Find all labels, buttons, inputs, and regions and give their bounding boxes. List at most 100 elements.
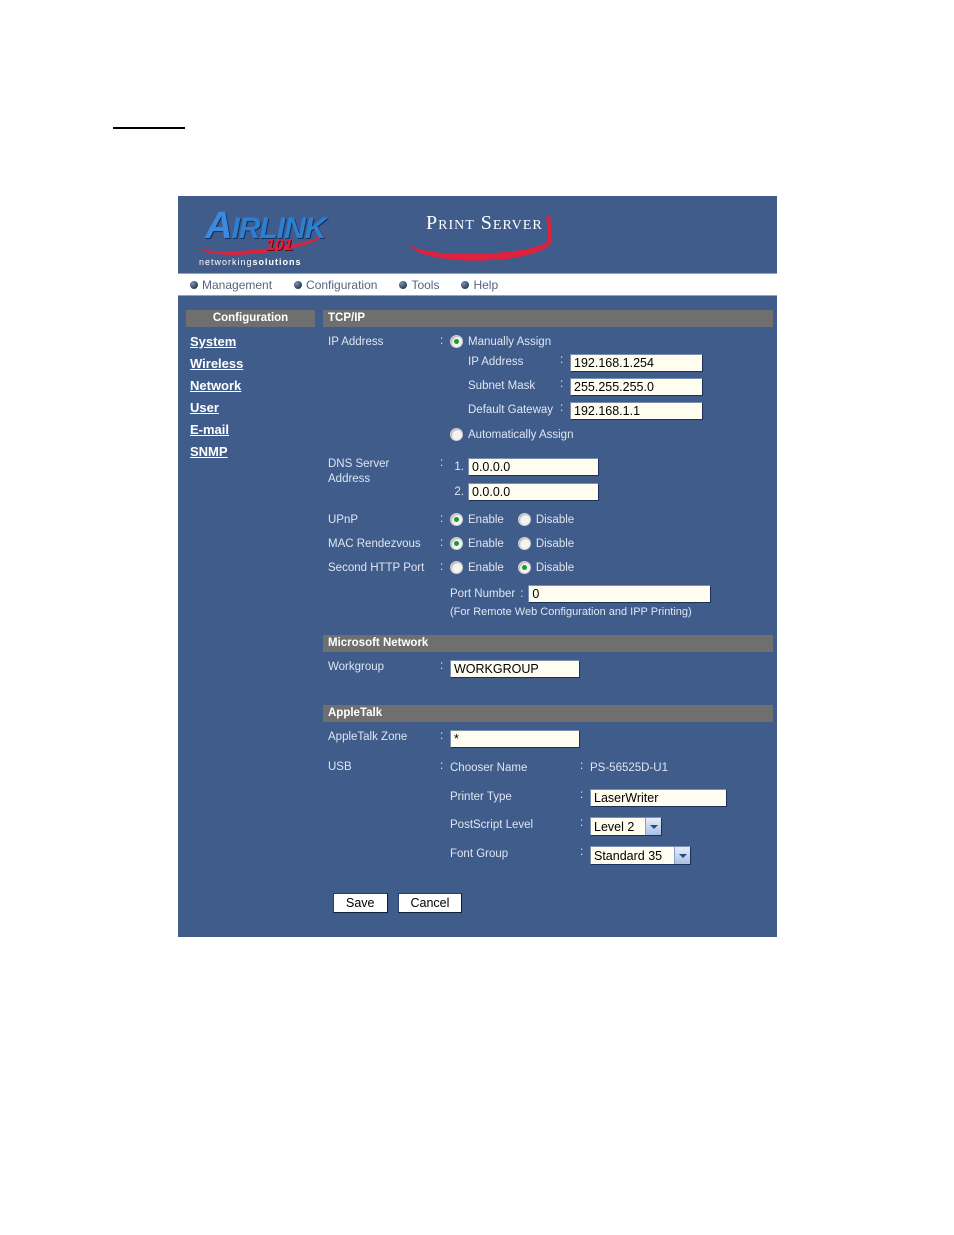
mac-rendezvous-label: MAC Rendezvous	[328, 538, 421, 550]
default-gateway-row: Default Gateway :	[468, 402, 773, 420]
product-title: Print Server	[426, 212, 543, 234]
radio-second-http-disable[interactable]: Disable	[517, 561, 574, 574]
colon: :	[580, 760, 584, 772]
ip-address-sub-label: IP Address	[468, 356, 524, 368]
radio-automatically-assign[interactable]: Automatically Assign	[450, 428, 773, 441]
airlink-101-logo: AIRLINK 101 networkingsolutions	[191, 201, 351, 269]
panel-body: Configuration System Wireless Network Us…	[178, 296, 777, 923]
postscript-level-label: PostScript Level	[450, 819, 534, 831]
postscript-level-select[interactable]: Level 2	[590, 817, 662, 836]
colon: :	[520, 587, 524, 600]
radio-upnp-disable[interactable]: Disable	[517, 513, 575, 526]
bullet-icon	[399, 280, 408, 289]
colon: :	[440, 561, 444, 573]
dns-server-label-line2: Address	[328, 473, 371, 485]
postscript-level-value: Level 2	[594, 819, 635, 834]
logo-tagline-bold: solutions	[252, 257, 302, 267]
port-number-row: Port Number :	[450, 585, 773, 603]
radio-icon-mac-rendezvous-enable[interactable]	[450, 537, 463, 550]
radio-second-http-enable[interactable]: Enable	[450, 561, 504, 574]
nav-label: Configuration	[306, 277, 378, 292]
dns-index-1: 1.	[454, 461, 464, 473]
main-navigation: Management Configuration Tools Help	[178, 273, 777, 296]
workgroup-row: Workgroup :	[328, 660, 773, 678]
font-group-row: Font Group : Standard 35	[450, 846, 773, 865]
second-http-port-group: Enable Disable Port Number : 0 (For Remo…	[450, 561, 773, 618]
mac-rendezvous-row: MAC Rendezvous : Enable Disable	[328, 537, 773, 554]
radio-icon-upnp-enable[interactable]	[450, 513, 463, 526]
sidebar-item-wireless[interactable]: Wireless	[190, 356, 323, 371]
font-group-select[interactable]: Standard 35	[590, 846, 691, 865]
dns-server-1-input[interactable]	[468, 458, 599, 476]
colon: :	[440, 457, 444, 469]
sidebar-item-email[interactable]: E-mail	[190, 422, 323, 437]
section-header-tcpip: TCP/IP	[323, 310, 773, 327]
chevron-down-icon[interactable]	[645, 818, 661, 835]
radio-icon-upnp-disable[interactable]	[517, 513, 531, 526]
sidebar-item-network[interactable]: Network	[190, 378, 323, 393]
font-group-value: Standard 35	[594, 848, 663, 863]
sidebar-item-system[interactable]: System	[190, 334, 323, 349]
default-gateway-label: Default Gateway	[468, 404, 554, 416]
colon: :	[440, 660, 444, 672]
chooser-name-row: Chooser Name : PS-56525D-U1	[450, 760, 773, 777]
logo-wordmark-cap: A	[205, 205, 232, 247]
dns-index-2: 2.	[454, 486, 464, 498]
section-body-microsoft-network: Workgroup :	[323, 652, 773, 705]
nav-item-management[interactable]: Management	[190, 278, 272, 292]
radio-label: Disable	[535, 513, 575, 526]
printer-type-input[interactable]	[590, 789, 727, 807]
ip-address-input-row: IP Address :	[468, 354, 773, 372]
port-number-input[interactable]	[528, 585, 712, 603]
default-gateway-input[interactable]	[570, 402, 703, 420]
print-server-admin-panel: AIRLINK 101 networkingsolutions Print Se…	[178, 196, 777, 937]
colon: :	[440, 537, 444, 549]
upnp-row: UPnP : Enable Disable	[328, 513, 773, 530]
usb-settings-group: Chooser Name : PS-56525D-U1 Printer Type…	[450, 760, 773, 872]
radio-icon-manually-assign[interactable]	[450, 335, 463, 348]
workgroup-input[interactable]	[450, 660, 580, 678]
content-area: TCP/IP IP Address : Manually Assign IP A…	[323, 296, 777, 923]
port-number-note: (For Remote Web Configuration and IPP Pr…	[450, 606, 692, 618]
chevron-down-icon[interactable]	[674, 847, 690, 864]
nav-item-tools[interactable]: Tools	[399, 278, 439, 292]
sidebar: Configuration System Wireless Network Us…	[178, 296, 323, 459]
sidebar-item-user[interactable]: User	[190, 400, 323, 415]
colon: :	[560, 378, 564, 390]
usb-label: USB	[328, 761, 352, 773]
bullet-icon	[294, 280, 303, 289]
page-horizontal-rule	[113, 127, 185, 129]
radio-label: Disable	[535, 537, 575, 550]
dns-row-2: 2.	[450, 482, 773, 502]
radio-mac-rendezvous-enable[interactable]: Enable	[450, 537, 504, 550]
radio-icon-second-http-disable[interactable]	[517, 561, 531, 574]
colon: :	[440, 730, 444, 742]
radio-icon-automatically-assign[interactable]	[450, 428, 463, 441]
colon: :	[440, 760, 444, 772]
subnet-mask-input[interactable]	[570, 378, 703, 396]
radio-mac-rendezvous-disable[interactable]: Disable	[517, 537, 575, 550]
colon: :	[440, 335, 444, 347]
dns-row-1: 1.	[450, 457, 773, 477]
dns-server-2-input[interactable]	[468, 483, 599, 501]
nav-item-configuration[interactable]: Configuration	[294, 278, 377, 292]
colon: :	[580, 817, 584, 829]
radio-icon-mac-rendezvous-disable[interactable]	[517, 537, 531, 550]
port-number-label: Port Number	[450, 587, 516, 600]
colon: :	[440, 513, 444, 525]
cancel-button[interactable]: Cancel	[397, 893, 463, 913]
subnet-mask-row: Subnet Mask :	[468, 378, 773, 396]
radio-upnp-enable[interactable]: Enable	[450, 513, 504, 526]
radio-manually-assign[interactable]: Manually Assign	[450, 335, 773, 348]
sidebar-item-snmp[interactable]: SNMP	[190, 444, 323, 459]
appletalk-zone-input[interactable]	[450, 730, 580, 748]
nav-item-help[interactable]: Help	[461, 278, 498, 292]
nav-label: Tools	[411, 277, 440, 292]
radio-label: Enable	[468, 561, 504, 574]
save-button[interactable]: Save	[333, 893, 388, 913]
second-http-radio-group: Enable Disable	[450, 561, 773, 578]
chooser-name-value: PS-56525D-U1	[590, 762, 668, 774]
second-http-port-row: Second HTTP Port : Enable Disable Port N…	[328, 561, 773, 618]
ip-address-input[interactable]	[570, 354, 703, 372]
radio-icon-second-http-enable[interactable]	[450, 561, 463, 574]
